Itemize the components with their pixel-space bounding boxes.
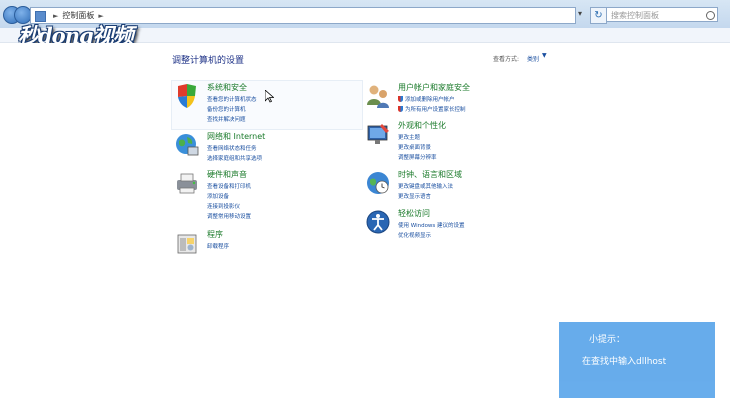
search-placeholder: 搜索控制面板: [611, 11, 659, 20]
tip-body: 在查找中输入dllhost: [582, 357, 667, 367]
hardware-sound-icon: [177, 173, 197, 194]
link-optimize-display[interactable]: 优化视频显示: [398, 231, 431, 239]
link-devices-printers[interactable]: 查看设备和打印机: [207, 182, 251, 190]
search-input[interactable]: 搜索控制面板: [606, 7, 718, 22]
link-recommended-settings[interactable]: 使用 Windows 建议的设置: [398, 221, 465, 229]
programs-icon: [177, 234, 197, 254]
appearance-icon: [367, 124, 389, 144]
system-security-icon: [178, 84, 196, 108]
category-title[interactable]: 硬件和声音: [207, 169, 247, 180]
chevron-down-icon[interactable]: ▼: [542, 52, 547, 59]
refresh-icon[interactable]: ↻: [590, 7, 607, 24]
tip-title: 小提示：: [589, 335, 626, 345]
link-desktop-background[interactable]: 更改桌面背景: [398, 143, 431, 151]
page-title: 调整计算机的设置: [172, 56, 245, 66]
breadcrumb-separator-icon: ►: [53, 12, 59, 20]
link-change-theme[interactable]: 更改主题: [398, 133, 420, 141]
category-title[interactable]: 网络和 Internet: [207, 131, 265, 142]
ease-of-access-icon: [366, 210, 390, 234]
uac-shield-icon: [398, 106, 403, 112]
category-title[interactable]: 系统和安全: [207, 82, 247, 93]
link-backup-computer[interactable]: 备份您的计算机: [207, 105, 246, 113]
link-add-device[interactable]: 添加设备: [207, 192, 229, 200]
tip-overlay: 小提示： 在查找中输入dllhost: [559, 322, 715, 398]
link-homegroup-sharing[interactable]: 选择家庭组和共享选项: [207, 154, 262, 162]
link-parental-controls[interactable]: 为所有用户设置家长控制: [398, 105, 466, 113]
address-dropdown-icon[interactable]: ▾: [578, 9, 582, 18]
link-screen-resolution[interactable]: 调整屏幕分辨率: [398, 153, 437, 161]
link-find-fix-problems[interactable]: 查找并解决问题: [207, 115, 246, 123]
search-icon[interactable]: [706, 11, 715, 20]
clock-region-icon: [367, 172, 389, 194]
link-change-keyboard[interactable]: 更改键盘或其他输入法: [398, 182, 453, 190]
category-title[interactable]: 外观和个性化: [398, 120, 446, 131]
category-title[interactable]: 时钟、语言和区域: [398, 169, 462, 180]
view-by-select[interactable]: 类别: [527, 54, 539, 63]
link-add-remove-accounts[interactable]: 添加或删除用户帐户: [398, 95, 455, 103]
view-by-label: 查看方式:: [493, 56, 520, 63]
link-mobility-settings[interactable]: 调整常用移动设置: [207, 212, 251, 220]
category-title[interactable]: 程序: [207, 229, 223, 240]
category-title[interactable]: 用户帐户和家庭安全: [398, 82, 470, 93]
uac-shield-icon: [398, 96, 403, 102]
user-accounts-icon: [367, 85, 389, 108]
link-view-computer-status[interactable]: 查看您的计算机状态: [207, 95, 257, 103]
link-uninstall-program[interactable]: 卸载程序: [207, 242, 229, 250]
link-change-display-language[interactable]: 更改显示语言: [398, 192, 431, 200]
breadcrumb-control-panel[interactable]: 控制面板: [62, 11, 94, 20]
mouse-cursor-icon: [265, 90, 274, 103]
network-internet-icon: [176, 134, 199, 156]
link-connect-projector[interactable]: 连接到投影仪: [207, 202, 240, 210]
category-title[interactable]: 轻松访问: [398, 208, 430, 219]
link-network-status[interactable]: 查看网络状态和任务: [207, 144, 257, 152]
breadcrumb-separator-icon: ►: [98, 12, 104, 20]
